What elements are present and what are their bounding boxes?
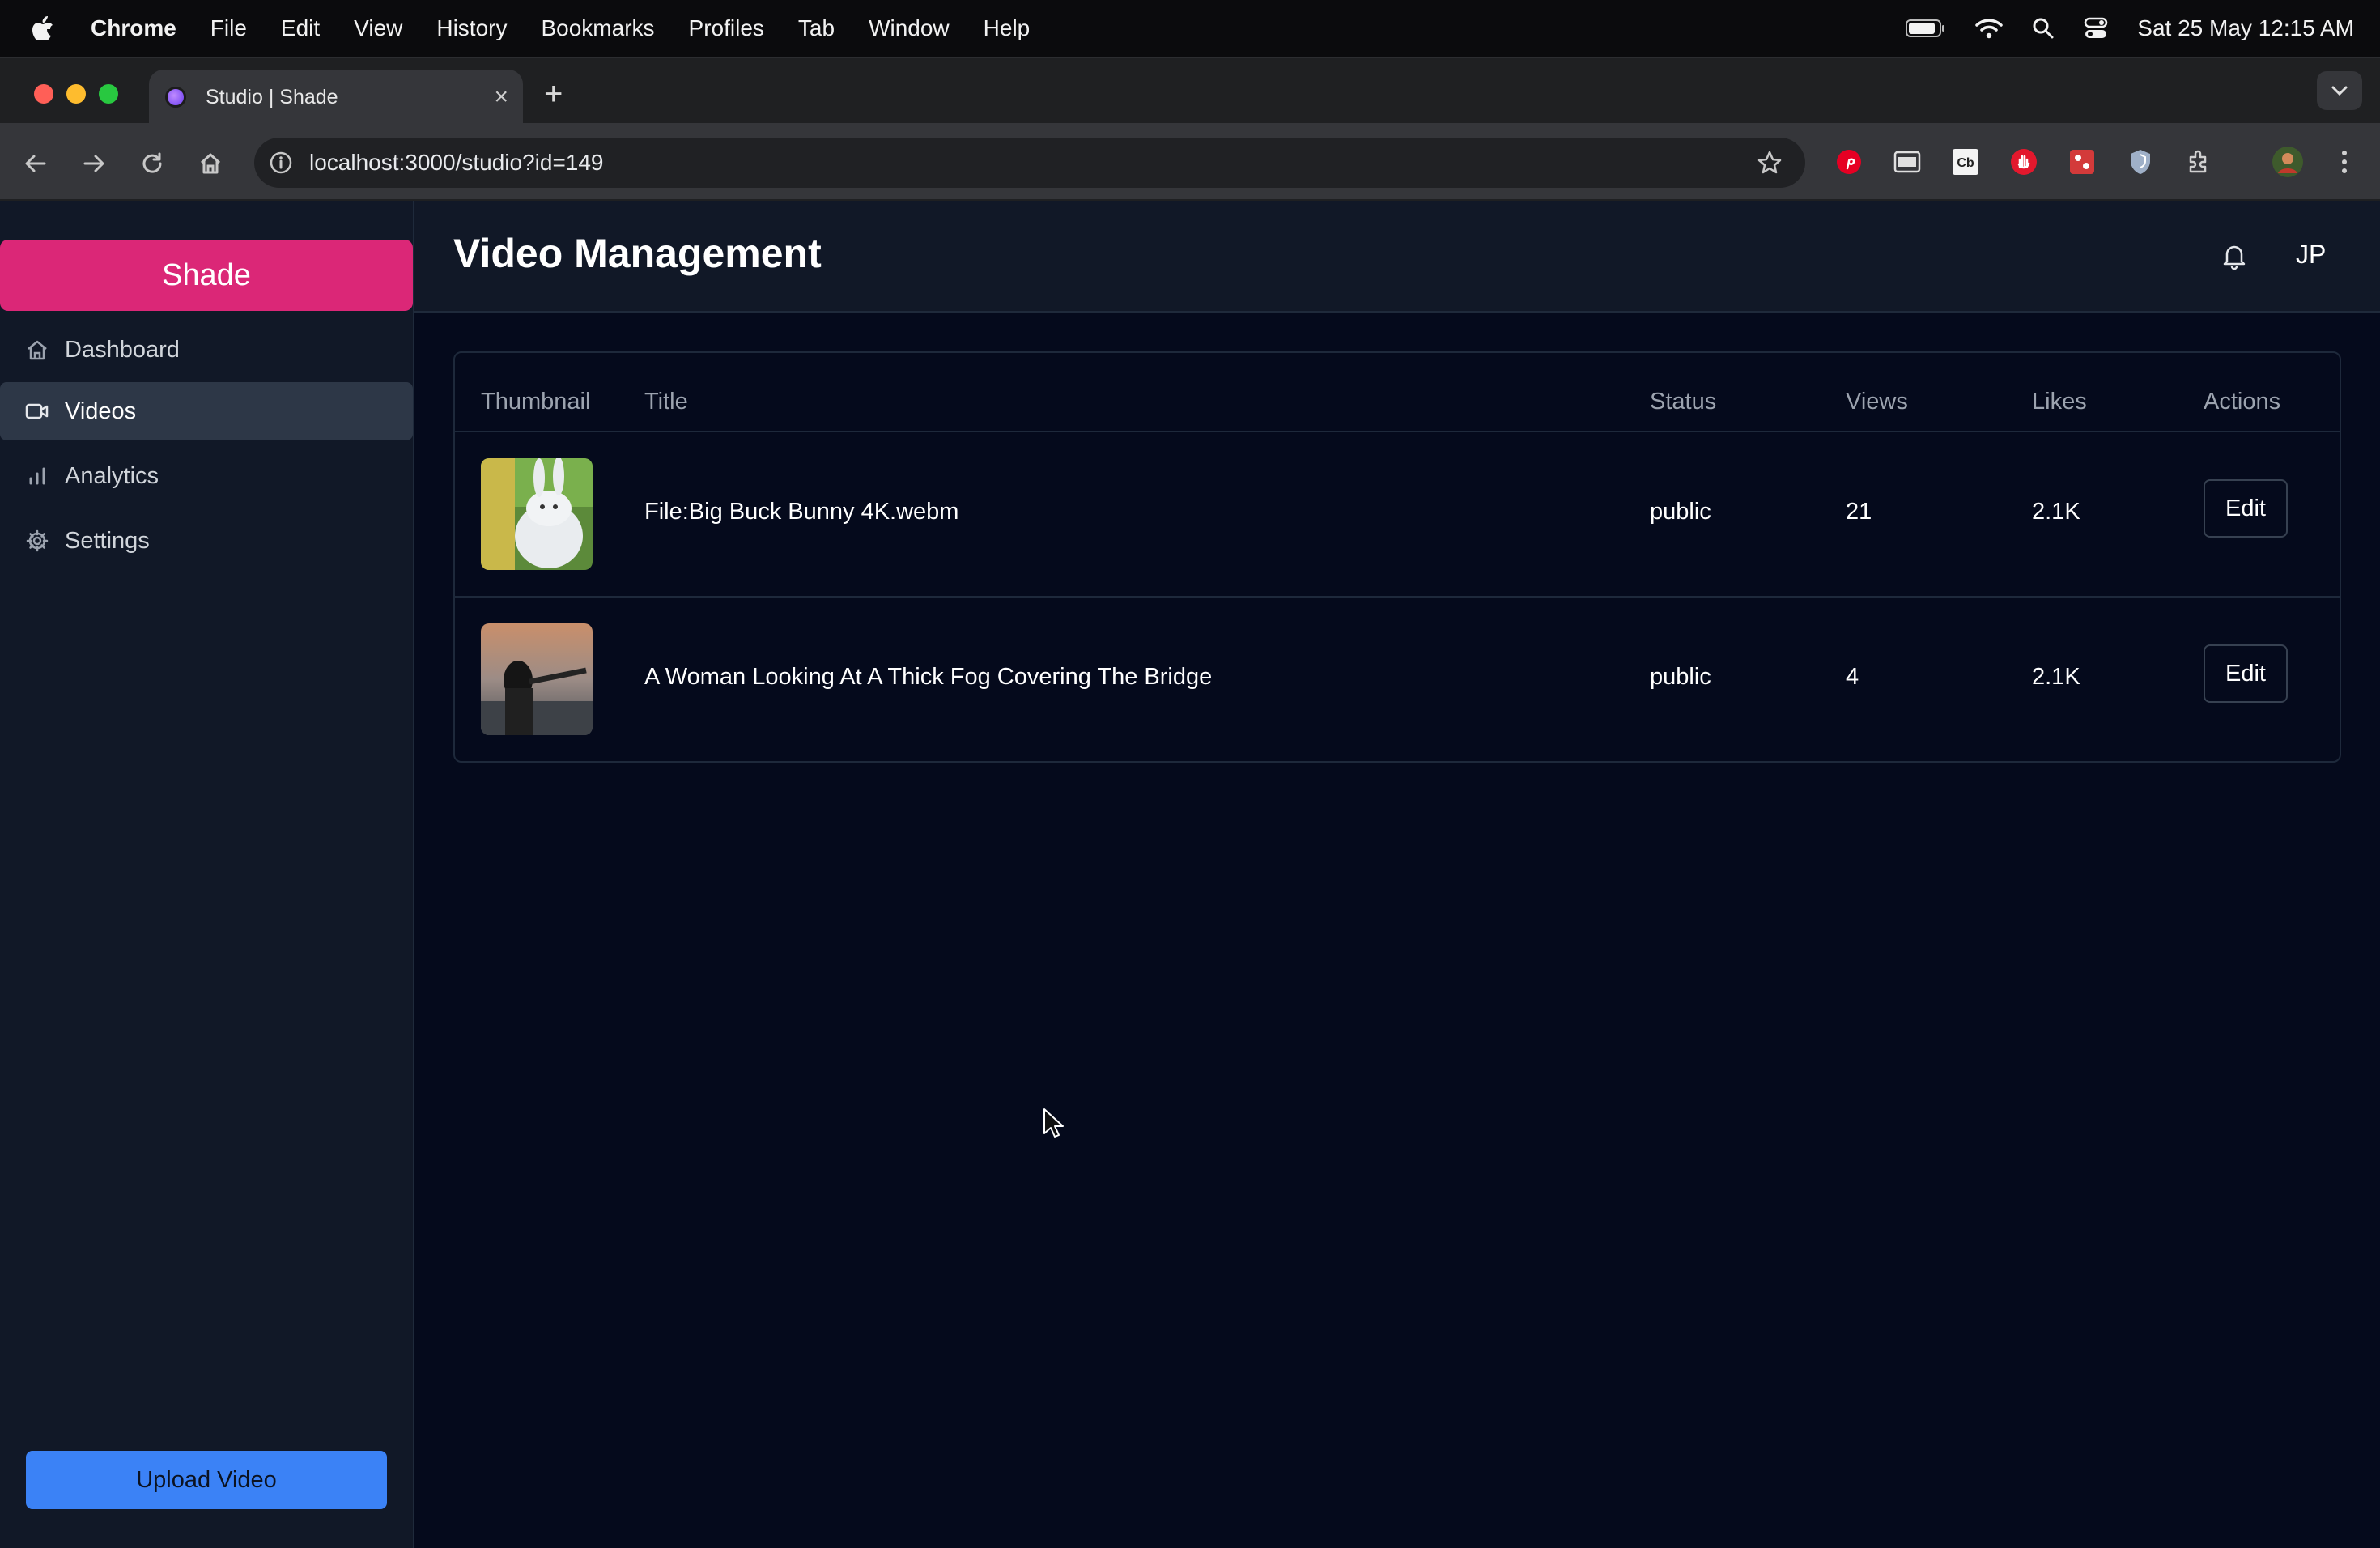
arrow-left-icon [25,155,46,172]
site-info-icon[interactable] [269,151,293,175]
new-tab-button[interactable]: + [544,76,563,113]
tab-title: Studio | Shade [206,85,338,108]
window-close-button[interactable] [34,84,53,104]
tab-close-icon[interactable]: × [494,83,508,111]
reload-button[interactable] [136,147,168,180]
battery-icon[interactable] [1906,19,1946,38]
pinterest-extension-icon[interactable] [1834,147,1864,176]
sidebar-item-videos[interactable]: Videos [0,382,413,440]
video-thumbnail[interactable] [481,623,593,735]
sidebar-item-label: Analytics [65,462,159,489]
video-views: 4 [1846,664,1859,690]
video-views: 21 [1846,499,1872,525]
window-minimize-button[interactable] [66,84,86,104]
menu-edit[interactable]: Edit [281,15,320,41]
video-likes: 2.1K [2032,499,2080,525]
picture-in-picture-extension-icon[interactable] [1893,147,1922,176]
column-header-likes: Likes [2032,389,2087,415]
spotlight-search-icon[interactable] [2032,17,2055,40]
mouse-cursor-icon [1043,1108,1064,1138]
sidebar-item-settings[interactable]: Settings [0,512,413,570]
browser-tab-strip: Studio | Shade × + [0,57,2380,125]
menu-bookmarks[interactable]: Bookmarks [541,15,654,41]
sidebar-item-analytics[interactable]: Analytics [0,447,413,505]
chevron-down-icon [2331,86,2348,96]
sidebar-item-label: Dashboard [65,336,180,363]
video-title[interactable]: File:Big Buck Bunny 4K.webm [644,499,958,525]
user-avatar[interactable]: JP [2296,240,2326,270]
menu-window[interactable]: Window [869,15,950,41]
arrow-right-icon [83,155,104,172]
column-header-title: Title [644,389,688,415]
hand-stop-extension-icon[interactable] [2009,147,2038,176]
notifications-button[interactable] [2218,240,2250,272]
address-url[interactable]: localhost:3000/studio?id=149 [309,150,1757,176]
sidebar-item-label: Videos [65,398,137,424]
forward-button[interactable] [78,147,110,180]
home-icon [24,337,50,363]
table-row[interactable]: File:Big Buck Bunny 4K.webm public 21 2.… [455,432,2340,596]
edit-button[interactable]: Edit [2204,644,2288,703]
macos-menu-bar: Chrome File Edit View History Bookmarks … [0,0,2380,57]
menu-tab[interactable]: Tab [798,15,835,41]
studio-app: Shade Dashboard Videos Analytics Setting… [0,201,2380,1548]
video-status: public [1650,499,1711,525]
profile-avatar-icon[interactable] [2270,144,2306,180]
browser-tab-active[interactable]: Studio | Shade × [149,70,523,125]
svg-text:Cb: Cb [1957,156,1974,170]
sidebar-item-dashboard[interactable]: Dashboard [0,321,413,379]
menu-file[interactable]: File [210,15,247,41]
menu-help[interactable]: Help [984,15,1031,41]
tab-favicon-icon [165,87,186,108]
page-title: Video Management [453,231,822,276]
home-icon [200,153,221,174]
page-header: Video Management JP [414,201,2380,313]
cb-extension-icon[interactable]: Cb [1951,147,1980,176]
gear-icon [24,528,50,554]
video-thumbnail[interactable] [481,458,593,570]
control-center-icon[interactable] [2084,16,2108,40]
chrome-menu-icon[interactable] [2330,147,2359,176]
menu-view[interactable]: View [354,15,402,41]
sidebar: Shade Dashboard Videos Analytics Setting… [0,201,414,1548]
upload-video-button[interactable]: Upload Video [26,1451,387,1509]
column-header-thumbnail: Thumbnail [481,389,591,415]
back-button[interactable] [19,147,52,180]
menu-history[interactable]: History [436,15,507,41]
table-row[interactable]: A Woman Looking At A Thick Fog Covering … [455,598,2340,761]
wifi-icon[interactable] [1975,18,2004,39]
sidebar-item-label: Settings [65,527,150,554]
address-bar[interactable]: localhost:3000/studio?id=149 [254,138,1805,188]
column-header-status: Status [1650,389,1717,415]
video-likes: 2.1K [2032,664,2080,690]
video-status: public [1650,664,1711,690]
home-button[interactable] [194,147,227,180]
menu-profiles[interactable]: Profiles [689,15,764,41]
shield-extension-icon[interactable] [2126,147,2155,176]
column-header-actions: Actions [2204,389,2281,415]
tab-search-button[interactable] [2317,71,2362,110]
brand-logo[interactable]: Shade [0,240,413,311]
reload-icon [142,152,162,173]
bell-icon [2223,245,2246,270]
apple-icon[interactable] [31,15,55,42]
video-icon [24,398,50,424]
menu-chrome[interactable]: Chrome [91,15,176,41]
bar-chart-icon [24,463,50,489]
menu-bar-clock[interactable]: Sat 25 May 12:15 AM [2137,15,2354,41]
bookmark-star-icon[interactable] [1757,150,1783,176]
video-title[interactable]: A Woman Looking At A Thick Fog Covering … [644,664,1212,691]
edit-button[interactable]: Edit [2204,479,2288,538]
column-header-views: Views [1846,389,1908,415]
video-table: Thumbnail Title Status Views Likes Actio… [453,351,2341,763]
window-zoom-button[interactable] [99,84,118,104]
red-puzzle-extension-icon[interactable] [2068,147,2097,176]
extensions-puzzle-icon[interactable] [2184,147,2213,176]
